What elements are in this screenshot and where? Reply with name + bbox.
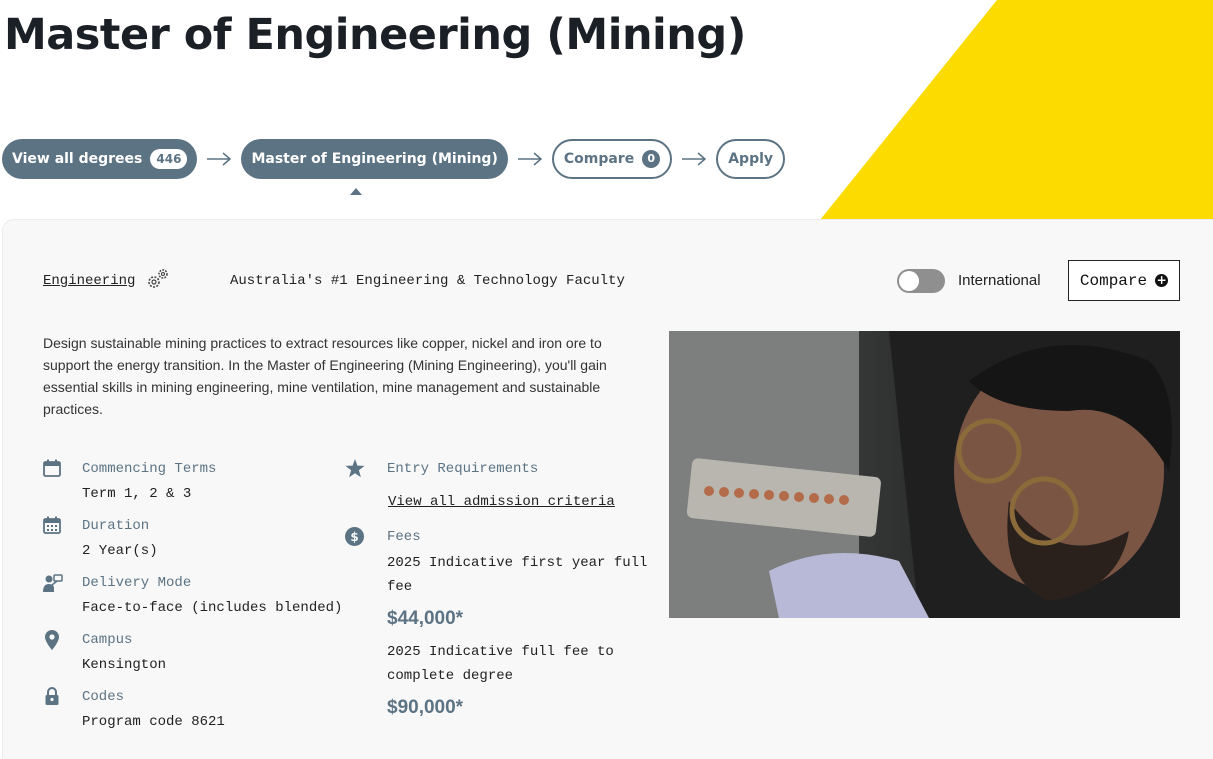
first-year-fee-amount: $44,000* <box>387 608 464 629</box>
compare-crumb-label: Compare <box>563 151 635 167</box>
faculty-link[interactable]: Engineering <box>43 273 135 289</box>
arrow-right-icon <box>508 152 552 166</box>
degree-count-badge: 446 <box>150 149 188 169</box>
degree-description: Design sustainable mining practices to e… <box>43 335 607 417</box>
codes-value: Program code 8621 <box>82 714 225 730</box>
delivery-mode-label: Delivery Mode <box>82 575 192 591</box>
plus-circle-icon: + <box>1155 273 1169 287</box>
presenter-icon <box>43 573 63 593</box>
svg-text:$: $ <box>350 530 358 544</box>
full-fee-amount: $90,000* <box>387 697 464 718</box>
apply-button[interactable]: Apply <box>716 139 786 179</box>
gears-icon <box>146 268 170 295</box>
compare-add-button[interactable]: Compare + <box>1068 260 1180 301</box>
dollar-icon: $ <box>345 527 365 547</box>
international-toggle-label: International <box>958 272 1041 289</box>
apply-label: Apply <box>728 151 774 167</box>
admission-criteria-link[interactable]: View all admission criteria <box>388 494 615 510</box>
international-toggle[interactable] <box>897 269 945 293</box>
faculty-tagline: Australia's #1 Engineering & Technology … <box>230 273 625 289</box>
current-degree-label: Master of Engineering (Mining) <box>251 151 498 167</box>
commencing-terms-label: Commencing Terms <box>82 461 217 477</box>
calendar-icon <box>43 459 63 479</box>
full-fee-text: 2025 Indicative full fee to complete deg… <box>387 644 614 684</box>
fees-label: Fees <box>387 529 421 545</box>
codes-label: Codes <box>82 689 125 705</box>
compare-crumb-button[interactable]: Compare 0 <box>551 139 673 179</box>
campus-value: Kensington <box>82 657 167 673</box>
calendar-grid-icon <box>43 516 63 536</box>
campus-label: Campus <box>82 632 133 648</box>
toggle-knob <box>899 271 919 291</box>
view-all-degrees-label: View all degrees <box>12 151 143 167</box>
page-title: Master of Engineering (Mining) <box>4 10 746 60</box>
view-all-degrees-button[interactable]: View all degrees 446 <box>2 139 198 179</box>
commencing-terms-value: Term 1, 2 & 3 <box>82 486 192 502</box>
map-pin-icon <box>45 630 65 650</box>
duration-label: Duration <box>82 518 150 534</box>
duration-value: 2 Year(s) <box>82 543 158 559</box>
arrow-right-icon <box>197 152 241 166</box>
compare-add-label: Compare <box>1079 271 1148 290</box>
student-photo <box>669 331 1180 618</box>
current-degree-crumb[interactable]: Master of Engineering (Mining) <box>241 139 508 179</box>
first-year-fee-text: 2025 Indicative first year full fee <box>387 555 648 595</box>
breadcrumb: View all degrees 446 Master of Engineeri… <box>2 139 786 179</box>
compare-count-badge: 0 <box>642 150 661 168</box>
delivery-mode-value: Face-to-face (includes blended) <box>82 600 343 616</box>
active-crumb-caret <box>350 188 362 195</box>
lock-icon <box>45 687 65 707</box>
entry-requirements-label: Entry Requirements <box>387 461 539 477</box>
star-icon <box>345 459 365 479</box>
arrow-right-icon <box>672 152 716 166</box>
